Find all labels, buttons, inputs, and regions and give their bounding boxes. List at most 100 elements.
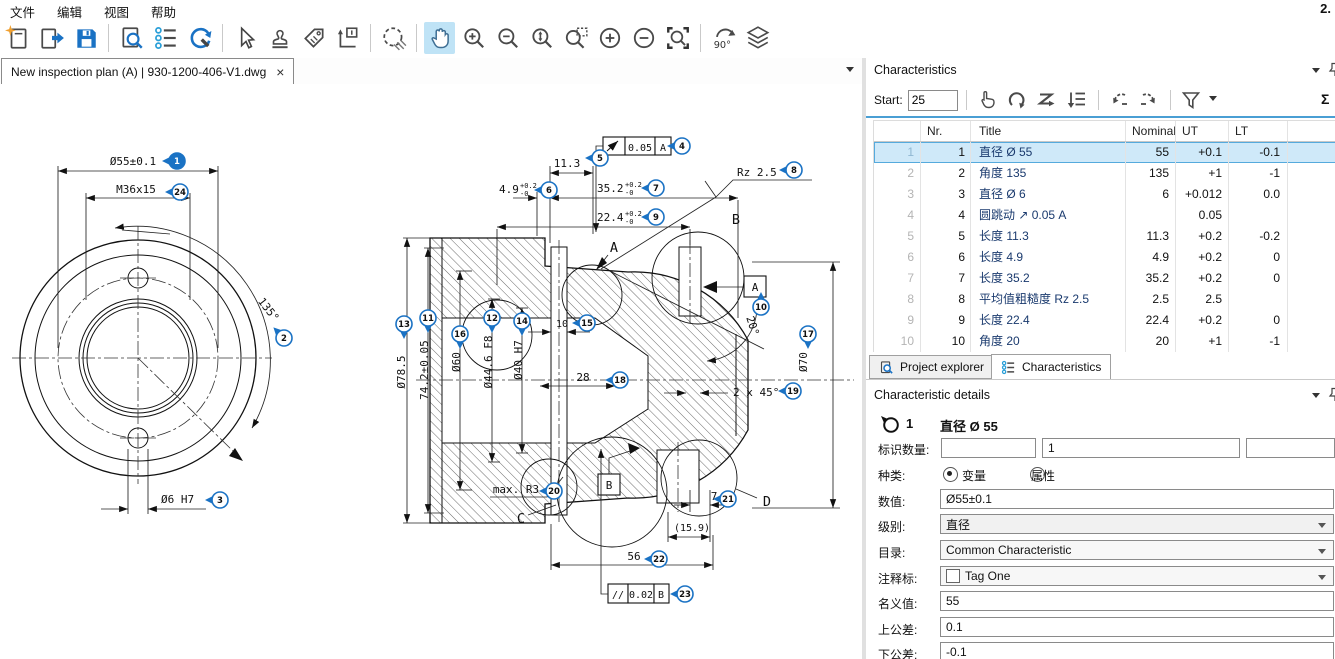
toolbar-separator — [1170, 90, 1171, 110]
balloon-9[interactable]: 9 — [641, 209, 664, 225]
start-label: Start: — [874, 93, 903, 107]
characteristic-number: 1 — [906, 416, 913, 431]
panel-accent-line — [866, 116, 1335, 118]
catalog-select[interactable]: Common Characteristic — [940, 540, 1334, 560]
balloon-8[interactable]: 8 — [779, 162, 802, 178]
svg-text:9: 9 — [653, 213, 659, 223]
select-characteristic-hand-icon[interactable] — [975, 88, 1000, 112]
table-row[interactable]: 88平均值粗糙度 Rz 2.52.52.5 — [874, 289, 1335, 310]
save-icon[interactable] — [70, 22, 101, 54]
svg-text:B: B — [606, 479, 613, 492]
balloon-2[interactable]: 2 — [270, 324, 292, 346]
lower-tolerance-input[interactable] — [940, 642, 1334, 659]
svg-text:4.9: 4.9 — [499, 183, 519, 196]
settings-wrench-icon[interactable] — [184, 22, 215, 54]
layers-icon[interactable] — [742, 22, 773, 54]
toolbar-separator — [1098, 90, 1099, 110]
svg-text:17: 17 — [802, 330, 814, 340]
pan-hand-icon[interactable] — [424, 22, 455, 54]
table-row[interactable]: 44圆跳动 ↗ 0.05 A0.05 — [874, 205, 1335, 226]
move-previous-icon[interactable] — [1107, 88, 1132, 112]
sum-sigma-button[interactable]: Σ — [1321, 91, 1329, 107]
move-next-icon[interactable] — [1137, 88, 1162, 112]
table-row[interactable]: 99长度 22.422.4+0.20 — [874, 310, 1335, 331]
balloon-1[interactable]: 1 — [162, 153, 185, 169]
balloon-17[interactable]: 17 — [800, 326, 816, 349]
tag-checkbox[interactable] — [946, 569, 960, 583]
document-tab[interactable]: New inspection plan (A) | 930-1200-406-V… — [1, 58, 294, 84]
select-cursor-icon[interactable] — [230, 22, 261, 54]
tab-characteristics[interactable]: Characteristics — [991, 354, 1111, 380]
increase-icon[interactable] — [594, 22, 625, 54]
zoom-window-icon[interactable] — [560, 22, 591, 54]
svg-text:+0.2: +0.2 — [625, 210, 642, 218]
svg-text:M36x15: M36x15 — [116, 183, 156, 196]
pin-icon[interactable] — [1328, 62, 1335, 78]
svg-text:28: 28 — [576, 371, 589, 384]
balloon-19[interactable]: 19 — [778, 383, 801, 399]
svg-text:90°: 90° — [713, 40, 730, 51]
rotate-90-icon[interactable]: 90° — [708, 22, 739, 54]
svg-text:D: D — [763, 494, 771, 510]
datum-a: A — [703, 276, 766, 297]
zigzag-renumber-icon[interactable] — [1035, 88, 1060, 112]
balloon-13[interactable]: 13 — [396, 316, 412, 339]
find-in-document-icon[interactable] — [116, 22, 147, 54]
tag-icon[interactable] — [298, 22, 329, 54]
new-document-icon[interactable] — [2, 22, 33, 54]
zoom-fit-icon[interactable] — [662, 22, 693, 54]
details-menu-caret-icon[interactable] — [1312, 393, 1320, 402]
tab-project-explorer[interactable]: Project explorer — [869, 355, 994, 379]
radio-variable-label[interactable]: 变量 — [962, 467, 986, 484]
filter-caret-icon[interactable] — [1209, 96, 1217, 105]
nominal-input[interactable] — [940, 591, 1334, 611]
count-input-2[interactable] — [1042, 438, 1240, 458]
balloon-3[interactable]: 3 — [205, 492, 228, 508]
tag-select[interactable]: Tag One — [940, 566, 1334, 586]
stamp-icon[interactable] — [264, 22, 295, 54]
filter-icon[interactable] — [1179, 88, 1204, 112]
table-row[interactable]: 77长度 35.235.2+0.20 — [874, 268, 1335, 289]
details-pin-icon[interactable] — [1328, 387, 1335, 403]
lasso-region-icon[interactable] — [378, 22, 409, 54]
sort-list-icon[interactable] — [1065, 88, 1090, 112]
table-row[interactable]: 33直径 Ø 66+0.0120.0 — [874, 184, 1335, 205]
class-select[interactable]: 直径 — [940, 514, 1334, 534]
table-row[interactable]: 22角度 135135+1-1 — [874, 163, 1335, 184]
toolbar-separator — [108, 24, 109, 52]
start-number-input[interactable] — [908, 90, 958, 111]
drawing-canvas[interactable]: Ø55±0.1 M36x15 Ø6 H7 135° — [0, 84, 862, 659]
version-label: 2. — [1320, 1, 1331, 16]
svg-text:Rz 2.5: Rz 2.5 — [737, 166, 777, 179]
zoom-out-icon[interactable] — [492, 22, 523, 54]
project-explorer-icon — [879, 360, 894, 375]
balloon-7[interactable]: 7 — [641, 180, 664, 196]
table-row[interactable]: 66长度 4.94.9+0.20 — [874, 247, 1335, 268]
upper-tolerance-input[interactable] — [940, 617, 1334, 637]
value-input[interactable] — [940, 489, 1334, 509]
svg-text:Ø78.5: Ø78.5 — [395, 355, 408, 388]
panel-menu-caret-icon[interactable] — [1312, 68, 1320, 77]
zoom-dynamic-icon[interactable] — [526, 22, 557, 54]
radio-variable[interactable] — [943, 467, 958, 482]
table-row[interactable]: 11直径 Ø 5555+0.1-0.1 — [874, 142, 1335, 163]
decrease-icon[interactable] — [628, 22, 659, 54]
table-row[interactable]: 1010角度 2020+1-1 — [874, 331, 1335, 352]
open-document-icon[interactable] — [36, 22, 67, 54]
nominal-label: 名义值: — [878, 595, 917, 612]
characteristics-list-icon[interactable] — [150, 22, 181, 54]
table-row[interactable]: 55长度 11.311.3+0.2-0.2 — [874, 226, 1335, 247]
count-input-1[interactable] — [941, 438, 1036, 458]
radio-attribute-label[interactable]: 属性 — [1031, 467, 1055, 484]
tab-list-caret-icon[interactable] — [846, 67, 854, 76]
zoom-in-icon[interactable] — [458, 22, 489, 54]
balloon-5[interactable]: 5 — [585, 150, 608, 166]
renumber-loop-icon[interactable] — [1005, 88, 1030, 112]
count-input-3[interactable] — [1246, 438, 1335, 458]
panel-splitter[interactable] — [862, 58, 866, 659]
balloon-corner-icon[interactable] — [332, 22, 363, 54]
table-header: Nr. Title Nominal UT LT — [874, 121, 1335, 142]
close-tab-icon[interactable]: × — [276, 64, 284, 80]
balloon-23[interactable]: 23 — [670, 586, 693, 602]
balloon-6[interactable]: 6 — [534, 182, 557, 198]
